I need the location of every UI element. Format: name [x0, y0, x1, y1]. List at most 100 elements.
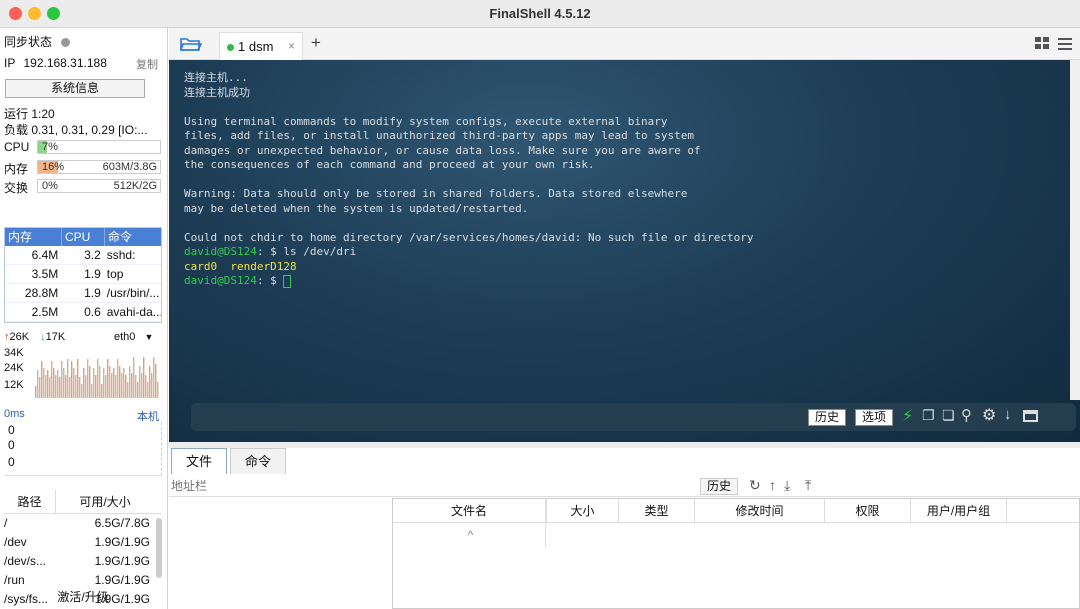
fullscreen-icon[interactable] [1023, 410, 1038, 422]
terminal-command-output: card0 renderD128 [184, 259, 297, 273]
col-size[interactable]: 大小 [547, 499, 619, 522]
process-row[interactable]: 3.5M 1.9 top [5, 265, 161, 284]
search-icon[interactable]: ⚲ [961, 406, 972, 424]
ip-label: IP [4, 56, 16, 70]
process-cmd: top [106, 267, 124, 281]
network-traffic-bar [111, 373, 113, 398]
download-icon[interactable]: ↓ [1004, 406, 1012, 423]
process-row[interactable]: 28.8M 1.9 /usr/bin/... [5, 284, 161, 303]
refresh-icon[interactable]: ↻ [749, 477, 761, 494]
col-owner[interactable]: 用户/用户组 [911, 499, 1007, 522]
copy-ip-button[interactable]: 复制 [136, 56, 158, 72]
disk-path: /dev [4, 535, 27, 549]
col-available-size[interactable]: 可用/大小 [56, 490, 154, 513]
network-traffic-bar [143, 357, 145, 398]
tab-files[interactable]: 文件 [171, 448, 228, 474]
disk-row[interactable]: / 6.5G/7.8G [4, 514, 162, 533]
process-table-header: 内存 CPU 命令 [5, 228, 161, 246]
network-traffic-bar [117, 359, 119, 398]
col-command[interactable]: 命令 [105, 228, 161, 246]
lightning-icon[interactable]: ⚡ [902, 406, 913, 426]
process-mem: 28.8M [24, 286, 59, 300]
terminal-line: may be deleted when the system is update… [184, 201, 529, 215]
disk-row[interactable]: /dev/s... 1.9G/1.9G [4, 552, 162, 571]
process-mem: 6.4M [31, 248, 59, 262]
col-path[interactable]: 路径 [4, 490, 56, 513]
net-scale-top: 34K [4, 347, 24, 359]
tab-commands[interactable]: 命令 [230, 448, 287, 474]
process-table: 内存 CPU 命令 6.4M 3.2 sshd: 3.5M 1.9 top 28… [4, 227, 162, 323]
system-info-button[interactable]: 系统信息 [5, 79, 145, 98]
add-tab-button[interactable]: + [311, 33, 321, 53]
files-history-button[interactable]: 历史 [700, 478, 739, 495]
process-row[interactable]: 6.4M 3.2 sshd: [5, 246, 161, 265]
ping-value: 0 [8, 423, 15, 437]
col-memory[interactable]: 内存 [5, 228, 62, 246]
gear-icon[interactable]: ⚙ [982, 405, 996, 425]
network-traffic-bar [59, 377, 61, 398]
network-traffic-bar [155, 364, 157, 398]
col-type[interactable]: 类型 [619, 499, 695, 522]
net-interface-select[interactable]: eth0 ▼ [114, 331, 153, 343]
terminal-line: Using terminal commands to modify system… [184, 114, 668, 128]
network-traffic-bars [35, 357, 159, 398]
terminal-line: 连接主机... [184, 71, 248, 84]
network-traffic-bar [53, 368, 55, 398]
folder-open-icon[interactable] [180, 36, 202, 52]
up-directory-icon[interactable]: ↑ [769, 477, 776, 493]
copy-icon[interactable]: ❐ [922, 407, 935, 424]
address-input[interactable] [171, 477, 691, 495]
network-traffic-bar [55, 375, 57, 398]
process-cmd: /usr/bin/... [106, 286, 160, 300]
sidebar: 同步状态 IP 192.168.31.188 复制 系统信息 运行 1:20 负… [0, 28, 168, 609]
ip-row: IP 192.168.31.188 [4, 56, 107, 70]
process-row[interactable]: 2.5M 0.6 avahi-da... [5, 303, 161, 322]
disk-row[interactable]: /dev 1.9G/1.9G [4, 533, 162, 552]
terminal-scrollbar[interactable] [1070, 60, 1080, 400]
network-traffic-graph [35, 357, 159, 398]
memory-usage-bar: 16% 603M/3.8G [37, 160, 161, 174]
chevron-down-icon: ▼ [144, 332, 154, 342]
download-file-icon[interactable]: ⤓ [784, 477, 790, 494]
tab-session-dsm[interactable]: 1 dsm × [219, 32, 303, 60]
cpu-label: CPU [4, 140, 30, 154]
col-filename[interactable]: 文件名 ^ [393, 499, 547, 547]
terminal-line: damages or unexpected behavior, or cause… [184, 143, 701, 157]
terminal-prompt-line: david@DS124: $ [184, 274, 754, 289]
terminal-history-button[interactable]: 历史 [808, 409, 847, 426]
network-traffic-bar [113, 368, 115, 398]
network-traffic-bar [69, 377, 71, 398]
col-permissions[interactable]: 权限 [825, 499, 911, 522]
activate-upgrade-link[interactable]: 激活/升级 [0, 588, 166, 605]
menu-icon[interactable] [1058, 37, 1073, 51]
col-cpu[interactable]: CPU [62, 228, 105, 246]
memory-percent: 16% [42, 161, 65, 173]
terminal[interactable]: 连接主机... 连接主机成功 Using terminal commands to… [169, 60, 1080, 442]
prompt-command: : $ ls /dev/dri [256, 245, 357, 258]
net-download-value: 17K [45, 331, 66, 343]
net-interface-value: eth0 [114, 331, 136, 343]
sync-status-dot-icon [61, 38, 71, 48]
file-table: 文件名 ^ 大小 类型 修改时间 权限 用户/用户组 [392, 498, 1080, 609]
network-traffic-bar [61, 361, 63, 398]
grid-layout-icon[interactable] [1035, 37, 1050, 51]
window-title: FinalShell 4.5.12 [489, 6, 591, 21]
upload-file-icon[interactable]: ⤒ [805, 477, 811, 494]
network-traffic-bar [125, 375, 127, 398]
terminal-output: 连接主机... 连接主机成功 Using terminal commands to… [184, 71, 754, 289]
net-upload: ↑26K ↓17K [4, 331, 65, 343]
process-mem: 3.5M [31, 267, 59, 281]
close-tab-icon[interactable]: × [288, 39, 295, 53]
network-traffic-bar [45, 375, 47, 398]
network-traffic-bar [63, 368, 65, 398]
network-traffic-bar [131, 373, 133, 398]
network-traffic-bar [121, 373, 123, 398]
paste-icon[interactable]: ❏ [942, 407, 955, 424]
col-modified[interactable]: 修改时间 [695, 499, 825, 522]
network-traffic-bar [97, 359, 99, 398]
terminal-options-button[interactable]: 选项 [855, 409, 894, 426]
disk-scrollbar[interactable] [156, 518, 162, 578]
network-traffic-bar [141, 373, 143, 398]
